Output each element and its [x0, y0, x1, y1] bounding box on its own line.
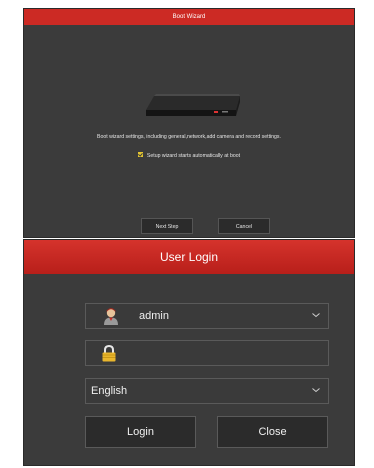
boot-wizard-dialog: Boot Wizard Boot wizard settings, includ…: [23, 8, 355, 238]
next-step-button[interactable]: Next Step: [141, 218, 193, 234]
boot-wizard-title: Boot Wizard: [24, 9, 354, 25]
language-select[interactable]: English: [85, 378, 329, 404]
password-field[interactable]: [85, 340, 329, 366]
chevron-down-icon: [312, 313, 320, 318]
user-icon: [104, 308, 118, 325]
user-login-title: User Login: [24, 240, 354, 274]
language-value: English: [91, 385, 128, 397]
username-value: admin: [139, 310, 169, 322]
username-select[interactable]: admin: [85, 303, 329, 329]
user-login-dialog: User Login admin English Login Close: [23, 239, 355, 466]
autostart-checkbox[interactable]: [137, 152, 143, 158]
dvr-device-image: [146, 94, 240, 116]
cancel-button[interactable]: Cancel: [218, 218, 270, 234]
autostart-label: Setup wizard starts automatically at boo…: [146, 153, 241, 159]
lock-icon: [102, 345, 116, 362]
close-button[interactable]: Close: [217, 416, 328, 448]
autostart-row: Setup wizard starts automatically at boo…: [24, 152, 354, 159]
chevron-down-icon: [312, 388, 320, 393]
wizard-description: Boot wizard settings, including general,…: [97, 134, 281, 140]
login-button[interactable]: Login: [85, 416, 196, 448]
